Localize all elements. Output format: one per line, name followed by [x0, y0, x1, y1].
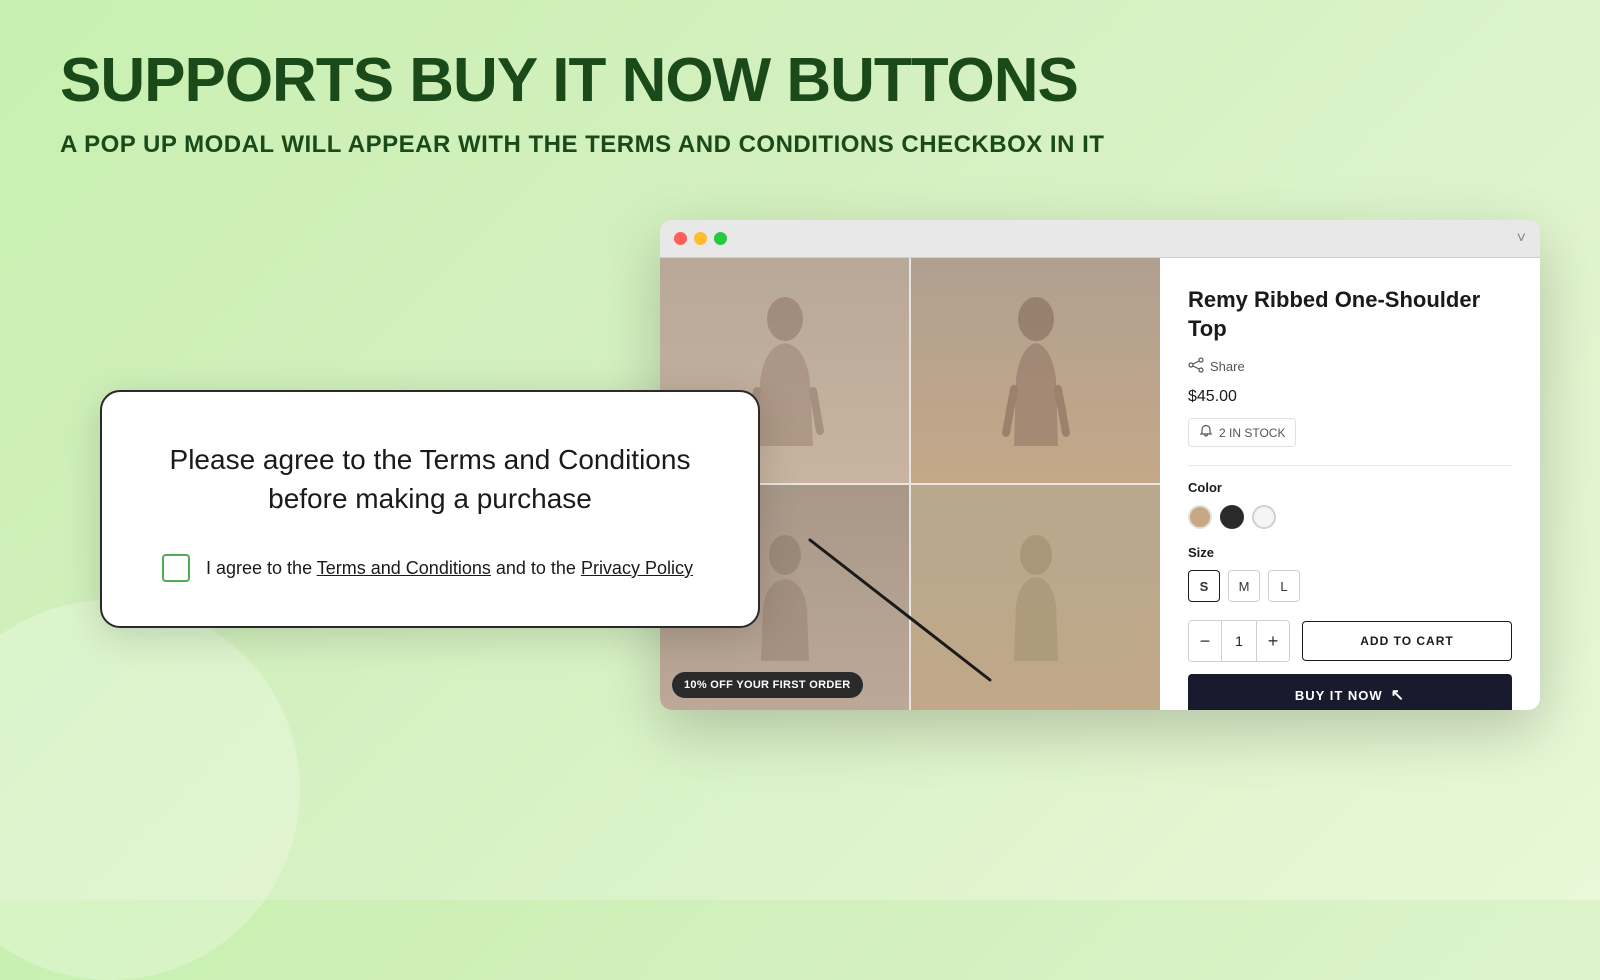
share-label[interactable]: Share — [1210, 359, 1245, 374]
product-name: Remy Ribbed One-Shoulder Top — [1188, 286, 1512, 343]
quantity-control: − 1 + — [1188, 620, 1290, 662]
product-image-2 — [911, 258, 1160, 483]
modal-title: Please agree to the Terms and Conditions… — [162, 440, 698, 518]
color-swatch-black[interactable] — [1220, 505, 1244, 529]
stock-badge: 2 IN STOCK — [1188, 418, 1296, 447]
share-icon — [1188, 357, 1204, 376]
terms-checkbox[interactable] — [162, 554, 190, 582]
bell-icon — [1199, 424, 1213, 441]
cursor-icon: ↖ — [1391, 685, 1405, 705]
headline: SUPPORTS BUY IT NOW BUTTONS — [60, 48, 1540, 113]
color-swatch-tan[interactable] — [1188, 505, 1212, 529]
color-options — [1188, 505, 1512, 529]
privacy-link[interactable]: Privacy Policy — [581, 558, 693, 578]
checkbox-label: I agree to the Terms and Conditions and … — [206, 556, 693, 581]
divider-1 — [1188, 465, 1512, 466]
buy-now-button[interactable]: BUY IT NOW ↖ — [1188, 674, 1512, 710]
product-price: $45.00 — [1188, 388, 1512, 406]
color-swatch-white[interactable] — [1252, 505, 1276, 529]
color-label: Color — [1188, 480, 1512, 495]
product-image-4 — [911, 485, 1160, 710]
browser-dot-red — [674, 232, 687, 245]
background-circle — [0, 600, 300, 980]
qty-value: 1 — [1221, 621, 1257, 661]
share-row: Share — [1188, 357, 1512, 376]
size-options: S M L — [1188, 570, 1512, 602]
stock-text: 2 IN STOCK — [1219, 426, 1285, 440]
product-detail: Remy Ribbed One-Shoulder Top Share $45.0… — [1160, 258, 1540, 710]
browser-dot-yellow — [694, 232, 707, 245]
size-btn-m[interactable]: M — [1228, 570, 1260, 602]
modal-checkbox-row: I agree to the Terms and Conditions and … — [162, 554, 698, 582]
qty-decrease-button[interactable]: − — [1189, 621, 1221, 661]
qty-increase-button[interactable]: + — [1257, 621, 1289, 661]
browser-titlebar: ˅ — [660, 220, 1540, 258]
size-btn-l[interactable]: L — [1268, 570, 1300, 602]
discount-badge: 10% OFF YOUR FIRST ORDER — [672, 672, 863, 698]
size-btn-s[interactable]: S — [1188, 570, 1220, 602]
modal-popup: Please agree to the Terms and Conditions… — [100, 390, 760, 628]
main-content: SUPPORTS BUY IT NOW BUTTONS A POP UP MOD… — [0, 0, 1600, 225]
browser-mockup: ˅ — [660, 220, 1540, 710]
browser-body: 10% OFF YOUR FIRST ORDER Remy Ribbed One… — [660, 258, 1540, 710]
size-label: Size — [1188, 545, 1512, 560]
browser-dot-green — [714, 232, 727, 245]
qty-cart-row: − 1 + ADD TO CART — [1188, 620, 1512, 662]
subheadline: A POP UP MODAL WILL APPEAR WITH THE TERM… — [60, 131, 1540, 159]
add-to-cart-button[interactable]: ADD TO CART — [1302, 621, 1512, 661]
terms-link[interactable]: Terms and Conditions — [317, 558, 491, 578]
browser-chevron-icon: ˅ — [1517, 230, 1526, 248]
buy-now-label: BUY IT NOW — [1295, 688, 1383, 703]
